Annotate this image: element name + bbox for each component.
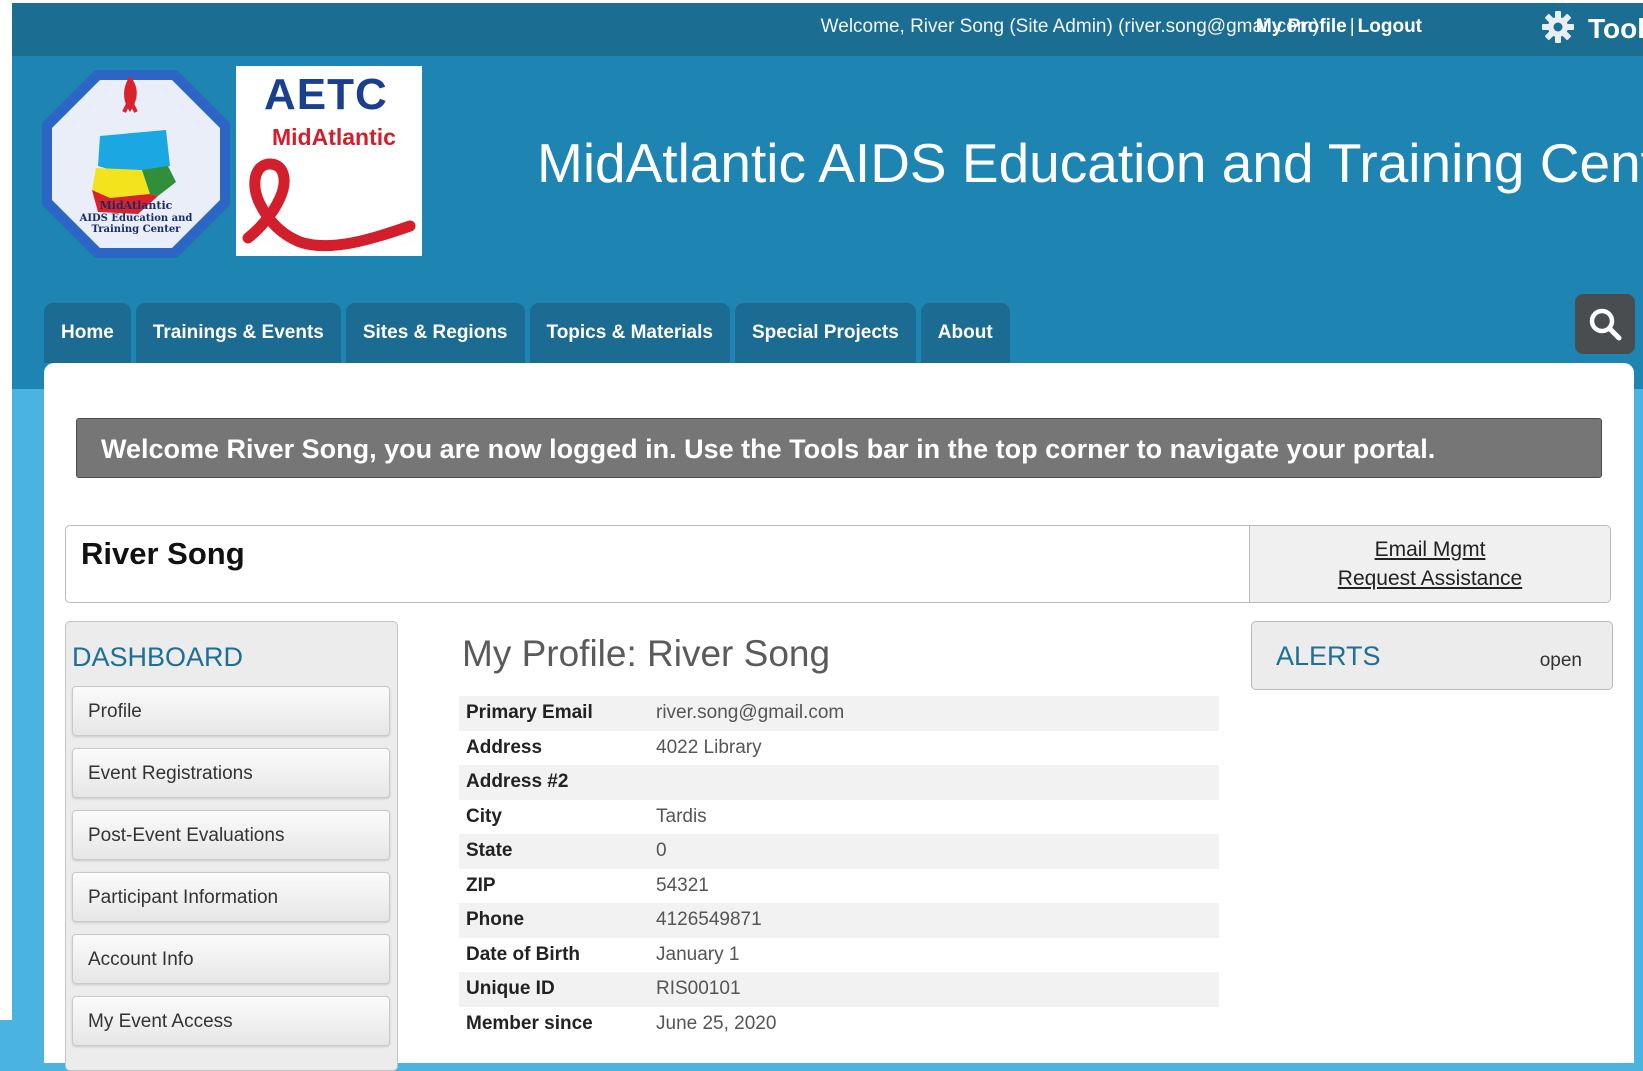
top-bar: Welcome, River Song (Site Admin) (river.…	[12, 3, 1643, 56]
dashboard-title: DASHBOARD	[72, 642, 244, 672]
dashboard-item-profile[interactable]: Profile	[72, 686, 390, 736]
account-links: My Profile | Logout	[1256, 16, 1422, 38]
email-mgmt-link[interactable]: Email Mgmt	[1375, 538, 1486, 562]
tools-menu-button[interactable]: Tools	[1540, 7, 1643, 51]
dashboard-item-my-event-access[interactable]: My Event Access	[72, 996, 390, 1046]
field-label: Date of Birth	[466, 943, 580, 965]
aetc-logo-subtitle: MidAtlantic	[272, 124, 396, 150]
field-value: 4126549871	[656, 909, 762, 931]
user-name-panel: River Song Email Mgmt Request Assistance	[65, 525, 1611, 603]
dashboard-item-participant-information[interactable]: Participant Information	[72, 872, 390, 922]
table-row: Address #2	[459, 765, 1219, 800]
nav-tab-topics-materials[interactable]: Topics & Materials	[529, 303, 730, 363]
field-value: January 1	[656, 943, 740, 965]
alerts-panel[interactable]: ALERTS open	[1251, 621, 1613, 690]
my-profile-link[interactable]: My Profile	[1256, 16, 1347, 37]
field-value: 54321	[656, 874, 709, 896]
profile-table: Primary Email river.song@gmail.com Addres…	[459, 696, 1219, 1041]
table-row: Primary Email river.song@gmail.com	[459, 696, 1219, 731]
svg-text:MidAtlantic: MidAtlantic	[100, 199, 173, 212]
field-label: Primary Email	[466, 702, 593, 724]
dashboard-item-post-event-evaluations[interactable]: Post-Event Evaluations	[72, 810, 390, 860]
nav-tab-about[interactable]: About	[920, 303, 1010, 363]
field-value: 0	[656, 840, 667, 862]
field-label: State	[466, 840, 513, 862]
nav-tab-trainings-events[interactable]: Trainings & Events	[135, 303, 341, 363]
login-welcome-message: Welcome River Song, you are now logged i…	[76, 418, 1602, 478]
dashboard-item-event-registrations[interactable]: Event Registrations	[72, 748, 390, 798]
field-value: Tardis	[656, 805, 707, 827]
svg-text:AIDS Education and: AIDS Education and	[79, 213, 193, 224]
field-value: 4022 Library	[656, 736, 762, 758]
tools-label: Tools	[1588, 13, 1643, 44]
field-value: RIS00101	[656, 978, 741, 1000]
table-row: City Tardis	[459, 800, 1219, 835]
field-label: City	[466, 805, 502, 827]
user-links: Email Mgmt Request Assistance	[1249, 526, 1610, 602]
table-row: Date of Birth January 1	[459, 938, 1219, 973]
field-label: Address	[466, 736, 543, 758]
aetc-logo[interactable]: AETC MidAtlantic	[236, 66, 422, 256]
table-row: ZIP 54321	[459, 869, 1219, 904]
user-name: River Song	[81, 536, 245, 571]
field-label: Member since	[466, 1012, 593, 1034]
field-label: Phone	[466, 909, 525, 931]
search-icon	[1589, 308, 1622, 341]
nav-tab-sites-regions[interactable]: Sites & Regions	[345, 303, 525, 363]
request-assistance-link[interactable]: Request Assistance	[1338, 567, 1522, 591]
table-row: Address 4022 Library	[459, 731, 1219, 766]
svg-text:Training Center: Training Center	[92, 224, 182, 235]
profile-title: My Profile: River Song	[462, 633, 831, 674]
dashboard-item-account-info[interactable]: Account Info	[72, 934, 390, 984]
alerts-title: ALERTS	[1276, 641, 1381, 671]
field-label: Address #2	[466, 771, 569, 793]
table-row: Phone 4126549871	[459, 903, 1219, 938]
field-value: June 25, 2020	[656, 1012, 777, 1034]
table-row: Member since June 25, 2020	[459, 1007, 1219, 1042]
table-row: Unique ID RIS00101	[459, 972, 1219, 1007]
dashboard-menu: Profile Event Registrations Post-Event E…	[72, 686, 390, 1058]
field-label: Unique ID	[466, 978, 555, 1000]
gear-icon	[1540, 9, 1576, 50]
link-separator: |	[1349, 16, 1355, 37]
main-nav: Home Trainings & Events Sites & Regions …	[44, 303, 1010, 363]
logout-link[interactable]: Logout	[1358, 16, 1422, 37]
red-ribbon-icon	[242, 158, 416, 252]
nav-tab-home[interactable]: Home	[44, 303, 131, 363]
site-title: MidAtlantic AIDS Education and Training …	[537, 132, 1643, 194]
field-label: ZIP	[466, 874, 496, 896]
field-value: river.song@gmail.com	[656, 702, 845, 724]
window-border-left	[0, 0, 12, 1020]
site-header: MidAtlantic AIDS Education and Training …	[12, 56, 1643, 389]
alerts-open-toggle[interactable]: open	[1540, 650, 1582, 672]
welcome-text: Welcome, River Song (Site Admin) (river.…	[820, 16, 1319, 37]
nav-tab-special-projects[interactable]: Special Projects	[734, 303, 916, 363]
table-row: State 0	[459, 834, 1219, 869]
aetc-logo-title: AETC	[264, 70, 388, 119]
midatlantic-seal-logo[interactable]: MidAtlantic AIDS Education and Training …	[38, 66, 234, 262]
search-button[interactable]	[1575, 294, 1635, 354]
main-content: Welcome River Song, you are now logged i…	[44, 363, 1634, 1071]
dashboard-panel: DASHBOARD Profile Event Registrations Po…	[65, 621, 398, 1071]
